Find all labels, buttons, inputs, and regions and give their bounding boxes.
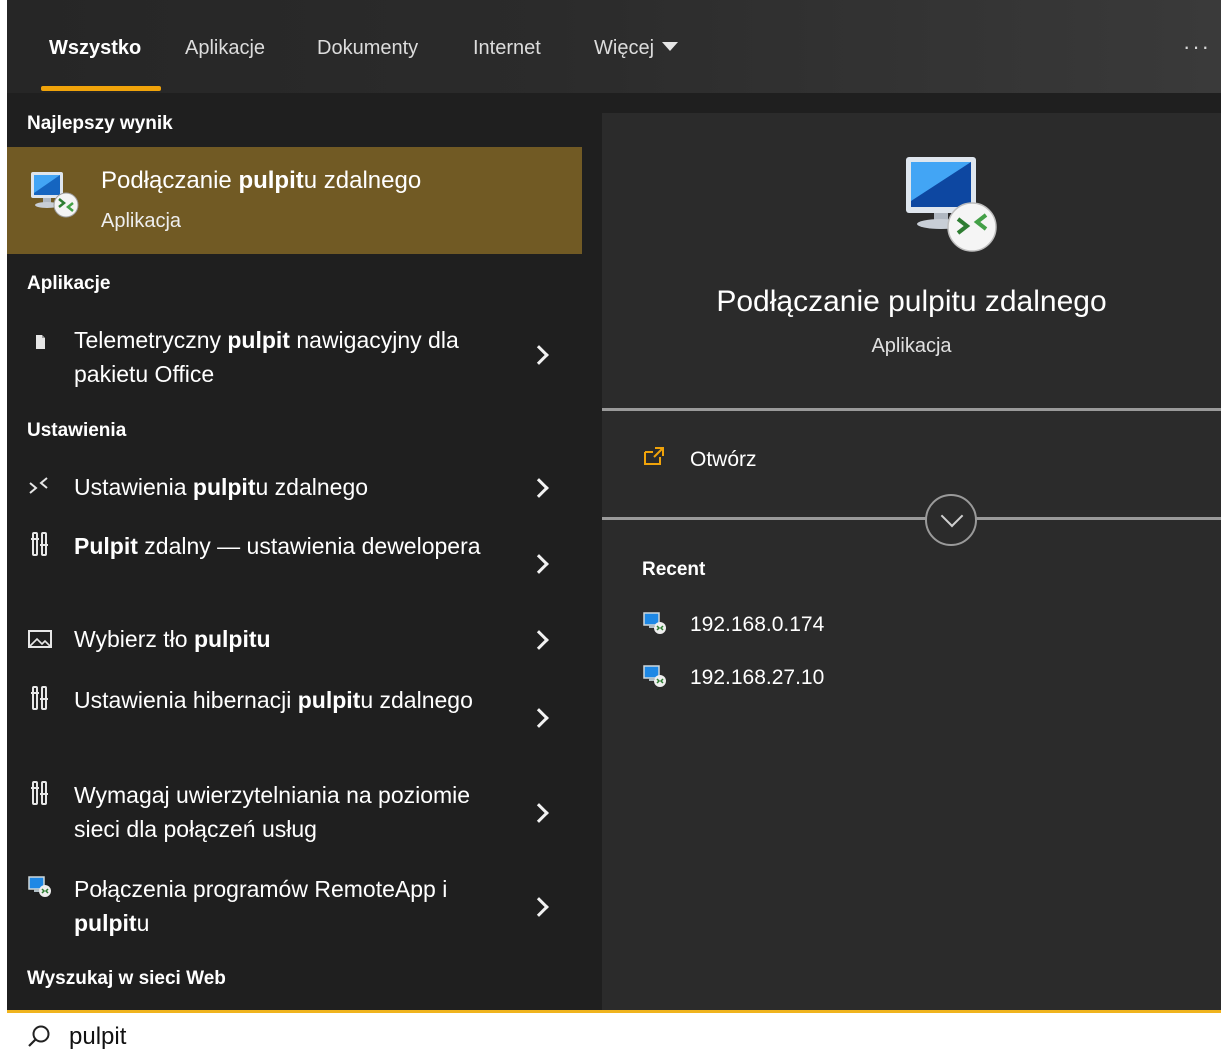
remote-desktop-icon <box>643 665 666 687</box>
caret-down-icon <box>662 42 679 51</box>
best-result-item[interactable]: Podłączanie pulpitu zdalnego Aplikacja <box>7 147 582 254</box>
best-result-title: Podłączanie pulpitu zdalnego <box>101 167 422 194</box>
remote-desktop-icon <box>906 157 997 252</box>
result-item-developer-settings[interactable]: Pulpit zdalny — ustawienia dewelopera <box>7 527 582 599</box>
result-item-label: Wymagaj uwierzytelniania na poziomie sie… <box>74 782 471 842</box>
section-header-apps: Aplikacje <box>27 273 111 294</box>
divider <box>602 517 1221 520</box>
result-item-label: Pulpit zdalny — ustawienia dewelopera <box>74 533 481 559</box>
result-item-remote-desktop-settings[interactable]: Ustawienia pulpitu zdalnego <box>7 468 582 508</box>
search-panel: Wszystko Aplikacje Dokumenty Internet Wi… <box>7 0 1221 1010</box>
result-item-label: Ustawienia pulpitu zdalnego <box>74 474 369 500</box>
chevron-right-icon[interactable] <box>532 348 548 364</box>
chevron-right-icon[interactable] <box>532 806 548 822</box>
search-icon <box>28 1025 50 1047</box>
result-details-pane: Podłączanie pulpitu zdalnego Aplikacja O… <box>602 113 1221 1010</box>
search-bar <box>7 1010 1221 1059</box>
details-app-title: Podłączanie pulpitu zdalnego <box>716 285 1107 318</box>
chevron-right-icon[interactable] <box>532 633 548 649</box>
tab-more-label: Więcej <box>594 37 655 59</box>
results-list: Najlepszy wynik Podłączanie pulpitu zdal… <box>7 93 582 1010</box>
picture-icon <box>27 626 53 652</box>
tab-apps[interactable]: Aplikacje <box>185 37 265 60</box>
expand-button[interactable] <box>925 494 977 546</box>
recent-item[interactable]: 192.168.27.10 <box>602 662 1221 706</box>
section-header-settings: Ustawienia <box>27 420 127 441</box>
recent-header: Recent <box>642 559 706 580</box>
open-label: Otwórz <box>690 448 757 471</box>
open-action[interactable]: Otwórz <box>602 413 1221 517</box>
remote-desktop-icon <box>31 172 79 218</box>
document-icon <box>27 329 53 355</box>
result-item-telemetry-dashboard[interactable]: Telemetryczny pulpit nawigacyjny dla pak… <box>7 321 582 393</box>
result-item-label: Połączenia programów RemoteApp i pulpitu <box>74 876 448 936</box>
result-item-label: Wybierz tło pulpitu <box>74 626 271 652</box>
active-tab-indicator <box>41 86 161 91</box>
chevron-right-icon[interactable] <box>532 557 548 573</box>
scope-tabs-bar: Wszystko Aplikacje Dokumenty Internet Wi… <box>7 0 1221 93</box>
tab-all[interactable]: Wszystko <box>49 37 141 60</box>
developer-tools-icon <box>27 685 53 711</box>
recent-item[interactable]: 192.168.0.174 <box>602 609 1221 653</box>
open-external-icon <box>644 447 664 465</box>
chevron-right-icon[interactable] <box>532 481 548 497</box>
result-item-label: Telemetryczny pulpit nawigacyjny dla pak… <box>74 327 459 387</box>
chevron-right-icon[interactable] <box>532 711 548 727</box>
details-header: Podłączanie pulpitu zdalnego Aplikacja <box>602 113 1221 408</box>
developer-tools-icon <box>27 531 53 557</box>
recent-item-label: 192.168.0.174 <box>690 613 825 636</box>
developer-tools-icon <box>27 780 53 806</box>
search-input[interactable] <box>69 1021 669 1053</box>
chevron-right-icon[interactable] <box>532 900 548 916</box>
divider <box>602 408 1221 411</box>
tab-web[interactable]: Internet <box>473 37 541 60</box>
remoteapp-icon <box>27 874 53 900</box>
tab-documents[interactable]: Dokumenty <box>317 37 418 60</box>
remote-arrows-icon <box>27 474 53 500</box>
recent-item-label: 192.168.27.10 <box>690 666 825 689</box>
result-item-remoteapp-connections[interactable]: Połączenia programów RemoteApp i pulpitu <box>7 870 582 942</box>
result-item-network-authentication[interactable]: Wymagaj uwierzytelniania na poziomie sie… <box>7 776 582 848</box>
result-item-choose-background[interactable]: Wybierz tło pulpitu <box>7 620 582 660</box>
details-app-type: Aplikacja <box>871 335 952 357</box>
more-options-icon[interactable]: ··· <box>1183 34 1211 60</box>
remote-desktop-icon <box>643 612 666 634</box>
result-item-hibernation-settings[interactable]: Ustawienia hibernacji pulpitu zdalnego <box>7 681 582 753</box>
tab-more[interactable]: Więcej <box>594 37 679 60</box>
best-result-type: Aplikacja <box>101 210 182 232</box>
section-header-web: Wyszukaj w sieci Web <box>27 968 226 989</box>
section-header-best: Najlepszy wynik <box>27 113 173 134</box>
result-item-label: Ustawienia hibernacji pulpitu zdalnego <box>74 687 473 713</box>
